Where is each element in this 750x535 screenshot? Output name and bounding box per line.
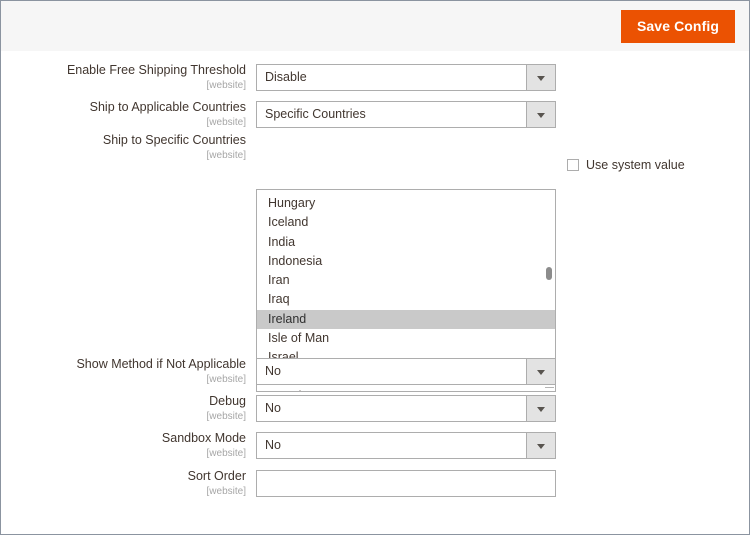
- select-value: Disable: [265, 65, 525, 90]
- field-label-text: Enable Free Shipping Threshold: [1, 63, 246, 78]
- page-header: Save Config: [1, 1, 749, 52]
- field-label-sort-order: Sort Order [website]: [1, 469, 246, 498]
- field-scope-text: [website]: [1, 116, 246, 129]
- country-option[interactable]: Ireland: [257, 310, 555, 329]
- chevron-down-icon[interactable]: [526, 359, 555, 384]
- scrollbar-thumb[interactable]: [546, 267, 552, 280]
- select-value: No: [265, 359, 525, 384]
- field-scope-text: [website]: [1, 485, 246, 498]
- checkbox-box[interactable]: [567, 159, 579, 171]
- config-page: Save Config Enable Free Shipping Thresho…: [0, 0, 750, 535]
- country-option[interactable]: Indonesia: [257, 252, 555, 271]
- country-option[interactable]: Iran: [257, 271, 555, 290]
- country-option[interactable]: India: [257, 233, 555, 252]
- country-option[interactable]: Iraq: [257, 290, 555, 309]
- field-label-show-method-if-not-applicable: Show Method if Not Applicable [website]: [1, 357, 246, 386]
- save-config-button[interactable]: Save Config: [621, 10, 735, 43]
- country-option[interactable]: Hungary: [257, 194, 555, 213]
- select-show-method-if-not-applicable[interactable]: No: [256, 358, 556, 385]
- select-value: Specific Countries: [265, 102, 525, 127]
- select-sandbox-mode[interactable]: No: [256, 432, 556, 459]
- field-label-enable-free-shipping-threshold: Enable Free Shipping Threshold [website]: [1, 63, 246, 92]
- chevron-down-icon[interactable]: [526, 396, 555, 421]
- chevron-down-icon[interactable]: [526, 102, 555, 127]
- field-scope-text: [website]: [1, 373, 246, 386]
- select-value: No: [265, 396, 525, 421]
- field-label-text: Ship to Applicable Countries: [1, 100, 246, 115]
- country-option[interactable]: Isle of Man: [257, 329, 555, 348]
- field-label-debug: Debug [website]: [1, 394, 246, 423]
- country-option[interactable]: Iceland: [257, 213, 555, 232]
- field-label-text: Sandbox Mode: [1, 431, 246, 446]
- field-label-text: Sort Order: [1, 469, 246, 484]
- field-scope-text: [website]: [1, 410, 246, 423]
- field-label-text: Debug: [1, 394, 246, 409]
- field-scope-text: [website]: [1, 149, 246, 162]
- use-system-value-label: Use system value: [586, 158, 685, 172]
- select-value: No: [265, 433, 525, 458]
- sort-order-input[interactable]: [256, 470, 556, 497]
- select-ship-to-applicable-countries[interactable]: Specific Countries: [256, 101, 556, 128]
- field-label-text: Ship to Specific Countries: [1, 133, 246, 148]
- field-label-sandbox-mode: Sandbox Mode [website]: [1, 431, 246, 460]
- select-enable-free-shipping-threshold[interactable]: Disable: [256, 64, 556, 91]
- field-scope-text: [website]: [1, 447, 246, 460]
- select-debug[interactable]: No: [256, 395, 556, 422]
- field-label-ship-to-specific-countries: Ship to Specific Countries [website]: [1, 133, 246, 162]
- config-form: Enable Free Shipping Threshold [website]…: [1, 51, 749, 534]
- field-label-text: Show Method if Not Applicable: [1, 357, 246, 372]
- chevron-down-icon[interactable]: [526, 433, 555, 458]
- field-label-ship-to-applicable-countries: Ship to Applicable Countries [website]: [1, 100, 246, 129]
- country-option[interactable]: Jamaica: [257, 387, 555, 392]
- use-system-value-checkbox[interactable]: Use system value: [567, 158, 685, 172]
- chevron-down-icon[interactable]: [526, 65, 555, 90]
- field-scope-text: [website]: [1, 79, 246, 92]
